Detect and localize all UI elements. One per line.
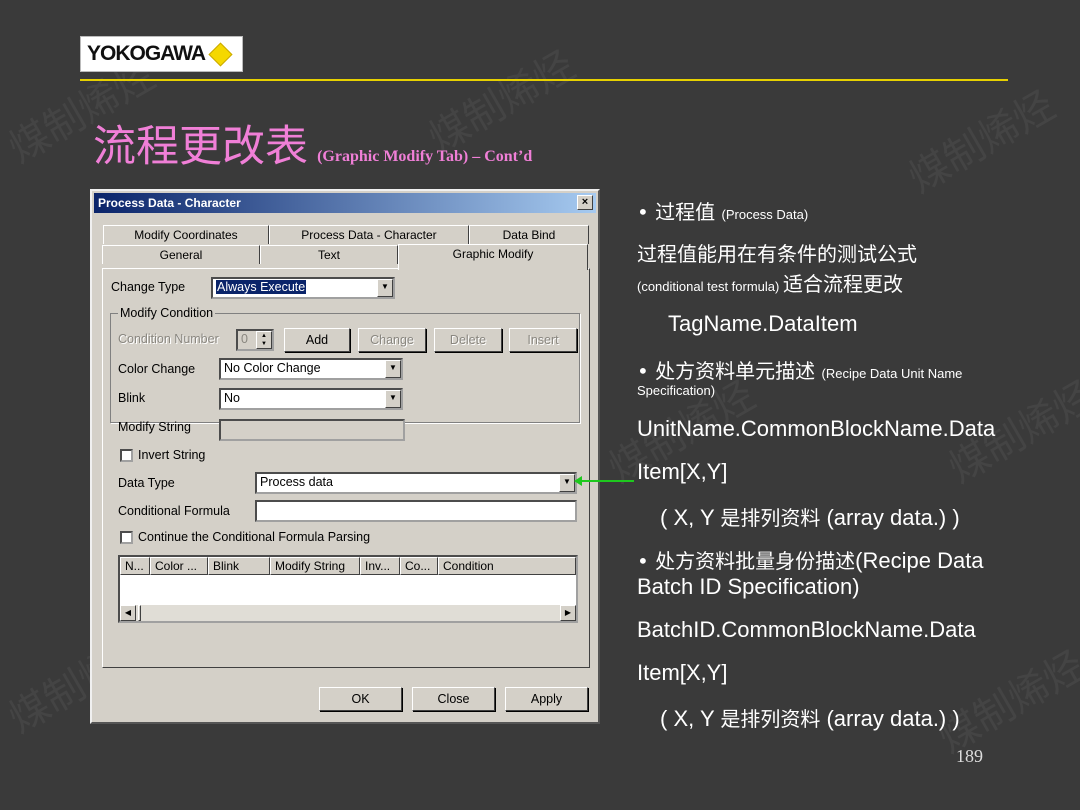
grid-header-blink[interactable]: Blink bbox=[208, 557, 270, 575]
note-recipe-batch: • 处方资料批量身份描述(Recipe Data bbox=[637, 545, 984, 574]
ok-button[interactable]: OK bbox=[319, 687, 402, 711]
conditional-formula-label: Conditional Formula bbox=[118, 504, 230, 518]
data-type-value: Process data bbox=[260, 475, 333, 489]
chevron-down-icon[interactable]: ▼ bbox=[385, 390, 401, 408]
note-array: ( X, Y 是排列资料 (array data.) ) bbox=[660, 502, 960, 531]
note-text: • 处方资料批量身份描述 bbox=[637, 549, 856, 573]
close-button[interactable]: Close bbox=[412, 687, 495, 711]
note-text: • 处方资料单元描述 bbox=[637, 359, 822, 383]
modify-string-label: Modify String bbox=[118, 420, 191, 434]
continue-parsing-checkbox[interactable] bbox=[120, 531, 133, 544]
blink-select[interactable]: No ▼ bbox=[219, 388, 403, 410]
tab-graphic-modify[interactable]: Graphic Modify bbox=[398, 244, 588, 270]
diamond-icon bbox=[208, 41, 233, 67]
note-text: 是排列资料 bbox=[720, 707, 821, 731]
condition-number-label: Condition Number bbox=[118, 332, 219, 346]
note-text: (Recipe Data bbox=[855, 548, 984, 573]
note-batchid: BatchID.CommonBlockName.Data bbox=[637, 617, 976, 642]
close-icon[interactable]: × bbox=[577, 195, 593, 210]
apply-button[interactable]: Apply bbox=[505, 687, 588, 711]
header-rule bbox=[80, 79, 1008, 81]
data-type-label: Data Type bbox=[118, 476, 175, 490]
tab-text[interactable]: Text bbox=[260, 245, 398, 264]
grid-header-modify-string[interactable]: Modify String bbox=[270, 557, 360, 575]
note-text: ( X, Y bbox=[660, 505, 721, 530]
note-line: Batch ID Specification) bbox=[637, 574, 860, 599]
tab-process-data-character[interactable]: Process Data - Character bbox=[269, 225, 469, 244]
watermark: 煤制烯烃 bbox=[901, 82, 1063, 203]
note-line: 过程值能用在有条件的测试公式 bbox=[637, 242, 917, 266]
invert-string-label: Invert String bbox=[138, 448, 206, 462]
note-line: (conditional test formula) 适合流程更改 bbox=[637, 268, 903, 297]
process-data-dialog: Process Data - Character × Modify Coordi… bbox=[90, 189, 600, 724]
note-tagname: TagName.DataItem bbox=[668, 311, 858, 336]
delete-button[interactable]: Delete bbox=[434, 328, 502, 352]
change-type-value: Always Execute bbox=[216, 280, 307, 294]
tab-data-bind[interactable]: Data Bind bbox=[469, 225, 589, 244]
note-text: • 过程值 bbox=[637, 200, 722, 224]
dialog-titlebar[interactable]: Process Data - Character × bbox=[94, 193, 596, 213]
condition-grid[interactable]: N... Color ... Blink Modify String Inv..… bbox=[118, 555, 578, 623]
change-type-select[interactable]: Always Execute ▼ bbox=[211, 277, 395, 299]
note-text: ( X, Y bbox=[660, 706, 721, 731]
change-type-label: Change Type bbox=[111, 280, 186, 294]
chevron-down-icon[interactable]: ▼ bbox=[559, 474, 575, 492]
note-text: 适合流程更改 bbox=[782, 272, 903, 296]
modify-condition-label: Modify Condition bbox=[118, 306, 216, 320]
grid-header-inv[interactable]: Inv... bbox=[360, 557, 400, 575]
change-button[interactable]: Change bbox=[358, 328, 426, 352]
title-sub: (Graphic Modify Tab) – Cont’d bbox=[317, 148, 533, 165]
data-type-select[interactable]: Process data ▼ bbox=[255, 472, 577, 494]
grid-header-co[interactable]: Co... bbox=[400, 557, 438, 575]
blink-label: Blink bbox=[118, 391, 146, 405]
tab-modify-coordinates[interactable]: Modify Coordinates bbox=[103, 225, 269, 244]
note-process-data: • 过程值 (Process Data) bbox=[637, 196, 808, 225]
logo-text: YOKOGAWA bbox=[87, 42, 206, 65]
continue-parsing-label: Continue the Conditional Formula Parsing bbox=[138, 530, 371, 544]
scroll-thumb[interactable] bbox=[138, 605, 141, 621]
note-unitname: UnitName.CommonBlockName.Data bbox=[637, 416, 996, 441]
dialog-title: Process Data - Character bbox=[98, 196, 241, 210]
note-text: (conditional test formula) bbox=[637, 279, 783, 294]
note-item: Item[X,Y] bbox=[637, 660, 728, 685]
scroll-left-icon[interactable]: ◀ bbox=[120, 605, 136, 621]
note-array: ( X, Y 是排列资料 (array data.) ) bbox=[660, 703, 960, 732]
grid-header-color[interactable]: Color ... bbox=[150, 557, 208, 575]
tab-general[interactable]: General bbox=[102, 245, 260, 264]
conditional-formula-input[interactable] bbox=[255, 500, 577, 522]
add-button[interactable]: Add bbox=[284, 328, 350, 352]
page-number: 189 bbox=[956, 746, 983, 766]
spin-icon[interactable]: ▲ ▼ bbox=[256, 331, 272, 349]
note-text: 是排列资料 bbox=[720, 506, 821, 530]
arrow-left-icon bbox=[574, 476, 582, 486]
condition-number-stepper[interactable]: 0 ▲ ▼ bbox=[236, 329, 274, 351]
horizontal-scrollbar[interactable]: ◀ ▶ bbox=[120, 605, 576, 621]
color-change-value: No Color Change bbox=[224, 361, 321, 375]
grid-header-condition[interactable]: Condition bbox=[438, 557, 576, 575]
slide-title: 流程更改表 (Graphic Modify Tab) – Cont’d bbox=[93, 112, 532, 174]
note-text: (array data.) ) bbox=[820, 706, 960, 731]
note-text: (array data.) ) bbox=[820, 505, 960, 530]
color-change-select[interactable]: No Color Change ▼ bbox=[219, 358, 403, 380]
watermark: 煤制烯烃 bbox=[931, 642, 1080, 763]
condition-number-value: 0 bbox=[241, 332, 248, 346]
chevron-down-icon[interactable]: ▼ bbox=[385, 360, 401, 378]
grid-header-n[interactable]: N... bbox=[120, 557, 150, 575]
modify-string-field[interactable] bbox=[219, 419, 405, 441]
note-item: Item[X,Y] bbox=[637, 459, 728, 484]
yokogawa-logo: YOKOGAWA bbox=[80, 36, 243, 72]
note-line: Specification) bbox=[637, 383, 716, 398]
scroll-right-icon[interactable]: ▶ bbox=[560, 605, 576, 621]
pointer-arrow-line bbox=[578, 480, 634, 482]
insert-button[interactable]: Insert bbox=[509, 328, 577, 352]
blink-value: No bbox=[224, 391, 240, 405]
note-text: (Recipe Data Unit Name bbox=[821, 366, 963, 381]
color-change-label: Color Change bbox=[118, 362, 196, 376]
invert-string-checkbox[interactable] bbox=[120, 449, 133, 462]
chevron-down-icon[interactable]: ▼ bbox=[377, 279, 393, 297]
note-text: (Process Data) bbox=[721, 207, 809, 222]
title-main: 流程更改表 bbox=[93, 122, 308, 172]
note-recipe-unit: • 处方资料单元描述 (Recipe Data Unit Name bbox=[637, 355, 962, 384]
